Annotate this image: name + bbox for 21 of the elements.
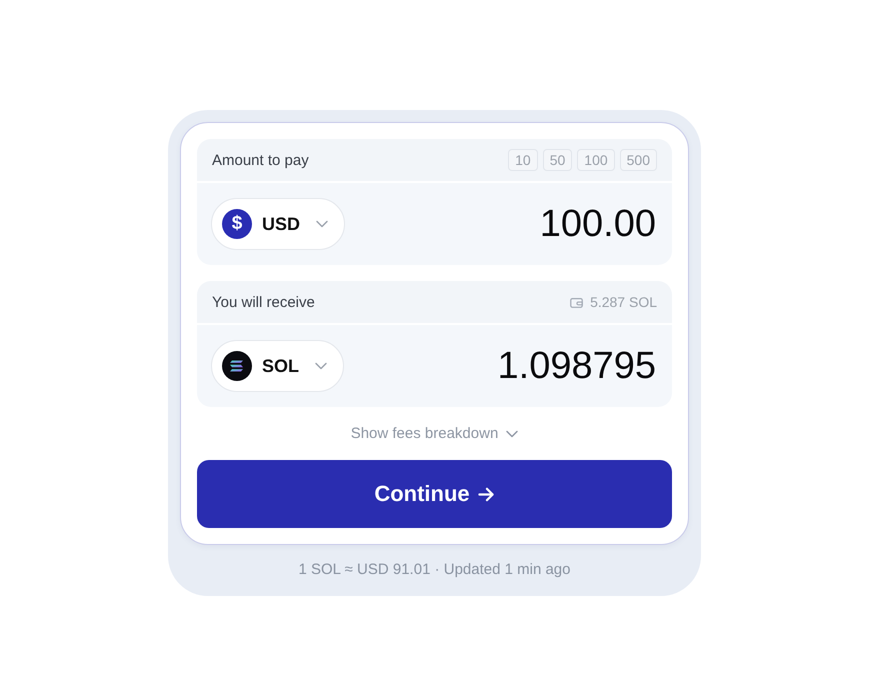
stripes-coin-icon: [222, 351, 252, 381]
chevron-down-icon: [506, 430, 518, 438]
continue-button[interactable]: Continue: [197, 460, 672, 528]
wallet-icon: [570, 296, 584, 308]
chevron-down-icon: [316, 220, 328, 228]
currency-selector[interactable]: SOL: [211, 340, 344, 392]
panel-label: Amount to pay: [212, 152, 309, 168]
preset-amount-button[interactable]: 500: [620, 149, 657, 171]
exchange-rate-note: 1 SOL ≈ USD 91.01 · Updated 1 min ago: [298, 560, 572, 580]
panel-label: You will receive: [212, 294, 315, 310]
dollar-coin-icon: $: [222, 209, 252, 239]
wallet-balance: 5.287 SOL: [590, 294, 657, 310]
fees-toggle[interactable]: Show fees breakdown: [350, 425, 518, 442]
chevron-down-icon: [315, 362, 328, 370]
preset-amount-button[interactable]: 100: [577, 149, 615, 171]
preset-amount-button[interactable]: 50: [542, 149, 572, 171]
arrow-right-icon: [478, 486, 495, 502]
amount-value: 100.00: [540, 202, 656, 246]
amount-value: 1.098795: [498, 344, 656, 388]
currency-selector[interactable]: $ USD: [211, 198, 346, 250]
preset-amount-button[interactable]: 10: [508, 149, 538, 171]
